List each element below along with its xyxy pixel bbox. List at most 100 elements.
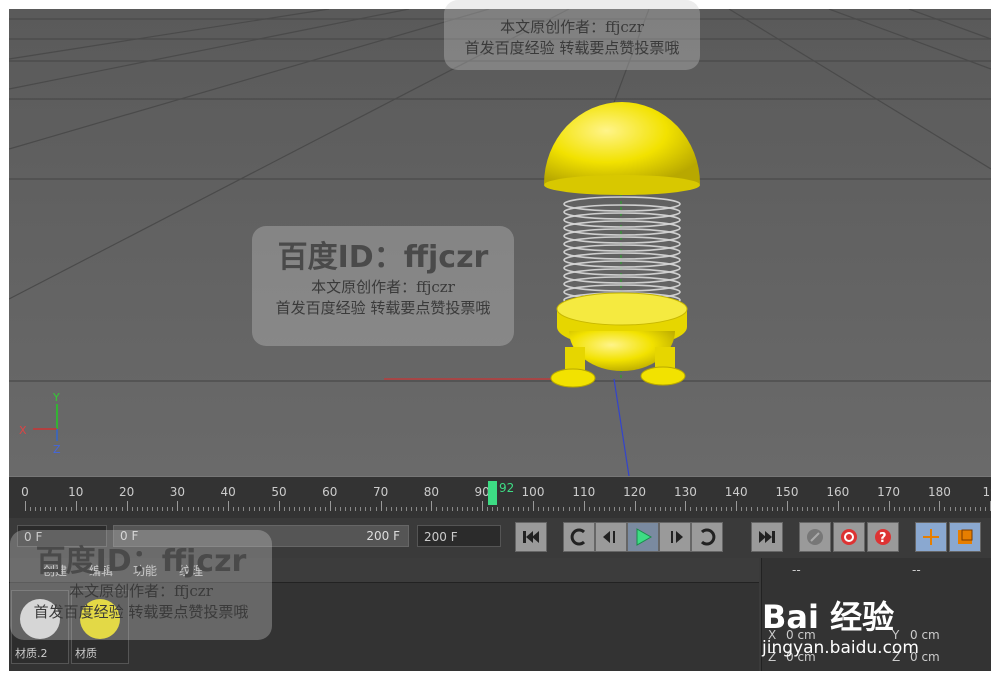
ruler-subtick <box>141 507 143 511</box>
play-button[interactable] <box>627 522 659 552</box>
keyframe-help-button[interactable]: ? <box>867 522 899 552</box>
go-to-end-button[interactable] <box>751 522 783 552</box>
ruler-subtick <box>720 507 722 511</box>
ruler-tick-label: 150 <box>775 485 799 499</box>
prev-keyframe-button[interactable] <box>563 522 595 552</box>
ruler-subtick <box>934 507 936 511</box>
ruler-subtick <box>802 507 804 511</box>
ruler-subtick <box>91 507 93 511</box>
ruler-subtick <box>406 507 407 511</box>
axis-gizmo <box>33 404 58 441</box>
ruler-subtick <box>35 507 37 511</box>
ruler-subtick <box>639 507 641 511</box>
ruler-subtick <box>284 507 286 511</box>
ruler-tick <box>634 501 636 511</box>
ruler-subtick <box>964 507 966 511</box>
ruler-tick <box>380 501 382 511</box>
ruler-subtick <box>461 507 463 511</box>
ruler-subtick <box>111 507 113 511</box>
ruler-subtick <box>319 507 321 511</box>
ruler-subtick <box>263 507 265 511</box>
base-top <box>556 292 688 326</box>
ruler-tick-label: 100 <box>521 485 545 499</box>
ruler-subtick <box>629 507 631 511</box>
ruler-subtick <box>660 507 661 511</box>
ruler-subtick <box>243 507 245 511</box>
ruler-subtick <box>350 507 352 511</box>
ruler-subtick <box>847 507 849 511</box>
ruler-subtick <box>705 507 707 511</box>
playhead-marker[interactable] <box>488 481 497 505</box>
ruler-subtick <box>207 507 209 511</box>
spring-coil[interactable] <box>563 196 681 308</box>
ruler-tick <box>533 501 534 511</box>
ruler-subtick <box>974 507 976 511</box>
ruler-subtick <box>258 507 260 511</box>
ruler-subtick <box>954 507 956 511</box>
ruler-tick-label: 50 <box>271 485 287 499</box>
ruler-tick <box>431 501 433 511</box>
ruler-subtick <box>781 507 783 511</box>
ruler-subtick <box>477 507 479 511</box>
ruler-tick <box>482 501 484 511</box>
autokey-icon <box>841 529 857 545</box>
ruler-subtick <box>487 507 489 511</box>
ruler-subtick <box>924 507 926 511</box>
ruler-subtick <box>50 507 52 511</box>
ruler-subtick <box>563 507 565 511</box>
scale-tool-button[interactable] <box>949 522 981 552</box>
prev-frame-button[interactable] <box>595 522 627 552</box>
ruler-subtick <box>726 507 728 511</box>
ruler-subtick <box>593 507 595 511</box>
step-forward-icon <box>671 531 683 543</box>
move-arrows-icon <box>923 529 939 545</box>
move-tool-button[interactable] <box>915 522 947 552</box>
next-keyframe-button[interactable] <box>691 522 723 552</box>
skip-end-icon <box>759 531 775 543</box>
ruler-subtick <box>512 507 514 511</box>
watermark-bottom-notice: 首发百度经验 转载要点赞投票哦 <box>33 603 249 621</box>
watermark-bottom-author: 本文原创作者：ffjczr <box>69 582 213 600</box>
ruler-subtick <box>167 507 169 511</box>
ruler-tick <box>837 501 839 511</box>
ruler-subtick <box>670 507 672 511</box>
coord-header-left: -- <box>792 563 801 577</box>
ruler-subtick <box>289 507 291 511</box>
watermark-author: 本文原创作者：ffjczr <box>311 278 455 296</box>
timeline-ruler[interactable]: 0 10 20 30 40 50 60 70 80 90 100 110 120 130 140 150 160… <box>9 476 991 519</box>
ruler-subtick <box>756 507 758 511</box>
ruler-subtick <box>451 507 453 511</box>
ruler-subtick <box>472 507 474 511</box>
ruler-subtick <box>375 507 377 511</box>
ruler-subtick <box>345 507 347 511</box>
logo-url: jingyan.baidu.com <box>762 638 919 658</box>
ruler-subtick <box>65 507 67 511</box>
ruler-subtick <box>969 507 971 511</box>
ruler-tick-label: 80 <box>423 485 440 499</box>
ruler-tick <box>177 501 179 511</box>
ruler-subtick <box>878 507 880 511</box>
ruler-subtick <box>715 507 717 511</box>
ruler-subtick <box>400 507 402 511</box>
ruler-tick <box>736 501 738 511</box>
ruler-subtick <box>604 507 606 511</box>
ruler-subtick <box>385 507 387 511</box>
end-frame-field[interactable]: 200 F <box>417 525 501 547</box>
next-frame-button[interactable] <box>659 522 691 552</box>
record-disabled-button[interactable] <box>799 522 831 552</box>
ruler-subtick <box>751 507 753 511</box>
ruler-tick <box>75 501 77 511</box>
ruler-subtick <box>568 507 570 511</box>
ruler-tick-label: 30 <box>169 485 186 499</box>
ruler-tick <box>329 501 331 511</box>
ruler-subtick <box>162 507 164 511</box>
go-to-start-button[interactable] <box>515 522 547 552</box>
ruler-subtick <box>980 507 982 511</box>
svg-text:?: ? <box>879 531 887 546</box>
watermark-id: 百度ID：ffjczr <box>277 240 489 275</box>
ruler-subtick <box>858 507 860 511</box>
autokey-button[interactable] <box>833 522 865 552</box>
axis-x-label: X <box>19 424 27 437</box>
dome-top[interactable] <box>544 102 700 184</box>
ruler-subtick <box>456 507 458 511</box>
